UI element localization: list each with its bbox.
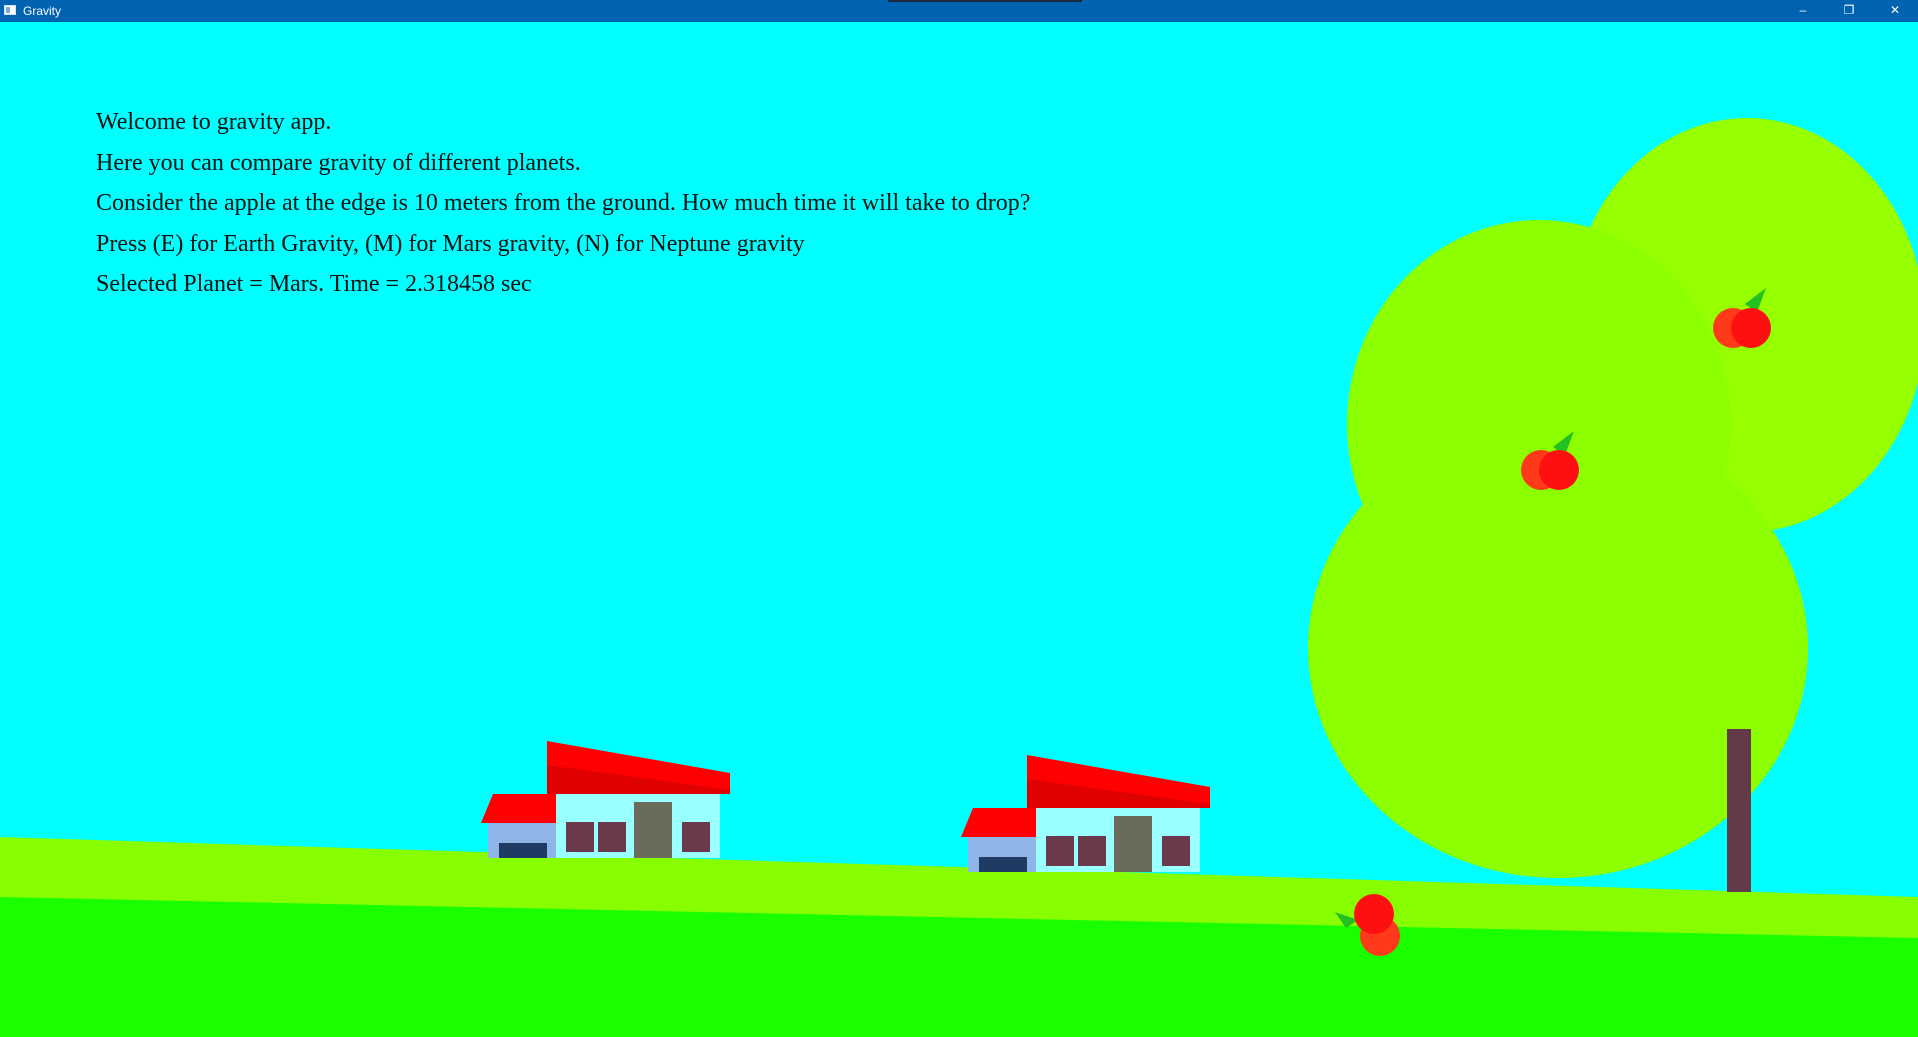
minimize-button[interactable]: –: [1780, 0, 1826, 22]
window-title: Gravity: [23, 4, 62, 18]
house-2: [961, 755, 1210, 872]
question-text: Consider the apple at the edge is 10 met…: [96, 190, 1031, 217]
window-icon: [4, 5, 16, 15]
house-window: [1078, 836, 1106, 866]
close-button[interactable]: ✕: [1872, 0, 1918, 22]
house-1: [481, 741, 730, 858]
tree-trunk: [1727, 729, 1751, 892]
welcome-text: Welcome to gravity app.: [96, 109, 332, 135]
title-bar[interactable]: Gravity – ❐ ✕: [0, 0, 1918, 22]
maximize-button[interactable]: ❐: [1826, 0, 1872, 22]
house-window: [682, 822, 710, 852]
apple-body: [1539, 450, 1579, 490]
apple-body: [1731, 308, 1771, 348]
house-window: [598, 822, 626, 852]
house-door: [634, 802, 672, 858]
house-window: [1046, 836, 1074, 866]
house-garage-door: [979, 857, 1027, 872]
status-text: Selected Planet = Mars. Time = 2.318458 …: [96, 271, 532, 298]
apple-body: [1354, 894, 1394, 934]
house-side-roof: [481, 794, 556, 823]
house-side-roof: [961, 808, 1036, 837]
house-window: [1162, 836, 1190, 866]
controls-hint-text: Press (E) for Earth Gravity, (M) for Mar…: [96, 230, 805, 257]
house-garage-door: [499, 843, 547, 858]
description-text: Here you can compare gravity of differen…: [96, 149, 581, 176]
apple-tree: [1308, 118, 1918, 892]
house-window: [566, 822, 594, 852]
instructions-panel: Welcome to gravity app. Here you can com…: [96, 102, 1030, 305]
title-bar-grip: [888, 0, 1082, 2]
tree-foliage: [1347, 220, 1731, 628]
house-door: [1114, 816, 1152, 872]
